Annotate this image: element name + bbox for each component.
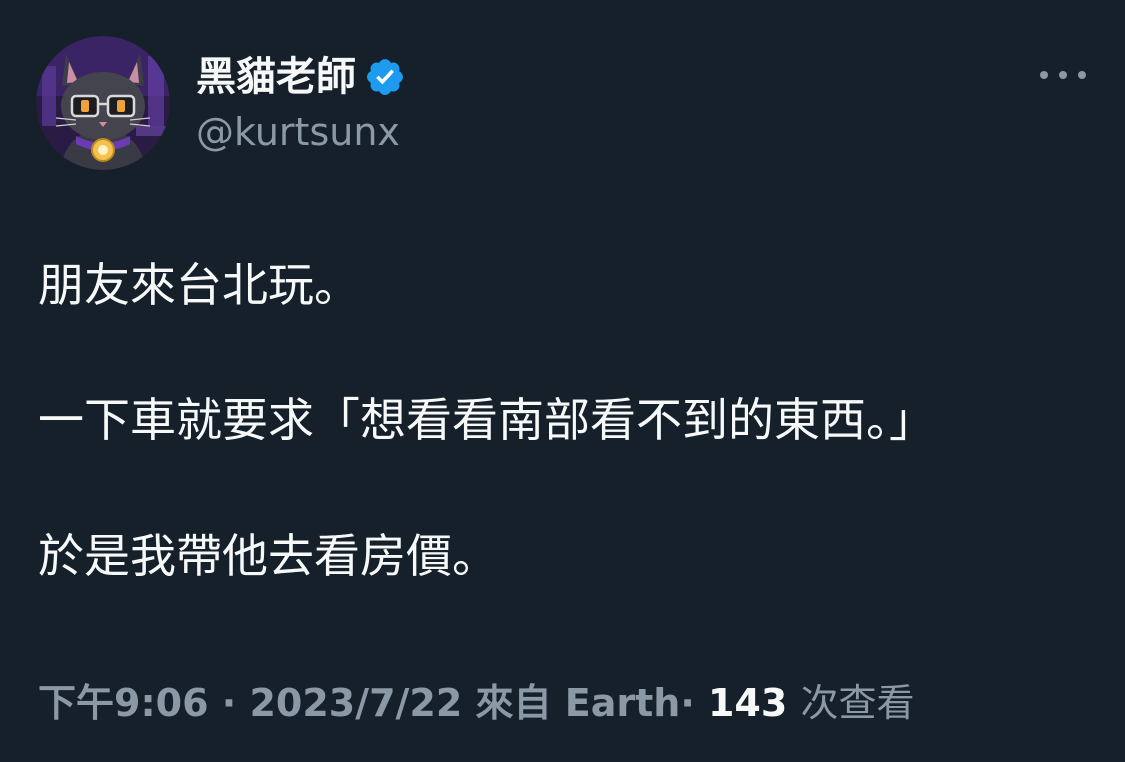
tweet-text-line: 一下車就要求「想看看南部看不到的東西。」 — [38, 393, 935, 447]
more-options-icon[interactable] — [1040, 62, 1086, 88]
tweet-time[interactable]: 下午9:06 — [38, 681, 209, 725]
meta-separator: · — [680, 681, 695, 725]
more-dot — [1078, 71, 1086, 79]
black-cat-avatar-icon — [36, 36, 170, 170]
author-name-row[interactable]: 黑貓老師 — [196, 50, 406, 104]
tweet-source: 來自 Earth — [475, 681, 681, 725]
more-dot — [1040, 71, 1048, 79]
tweet-meta: 下午9:06 · 2023/7/22 來自 Earth· 143 次查看 — [38, 676, 915, 730]
display-name[interactable]: 黑貓老師 — [196, 50, 356, 104]
tweet-text-line: 於是我帶他去看房價。 — [38, 529, 498, 583]
more-dot — [1059, 71, 1067, 79]
tweet-text-line: 朋友來台北玩。 — [38, 258, 360, 312]
verified-badge-icon[interactable] — [364, 56, 406, 98]
views-count[interactable]: 143 — [708, 681, 787, 725]
tweet-date[interactable]: 2023/7/22 — [249, 681, 462, 725]
views-label: 次查看 — [800, 681, 915, 725]
tweet: 黑貓老師 @kurtsunx 朋友來台北玩。 一下車就要求「想看看南部看不到的東… — [0, 0, 1125, 762]
avatar[interactable] — [36, 36, 170, 170]
handle[interactable]: @kurtsunx — [196, 108, 400, 156]
meta-separator: · — [221, 681, 237, 725]
